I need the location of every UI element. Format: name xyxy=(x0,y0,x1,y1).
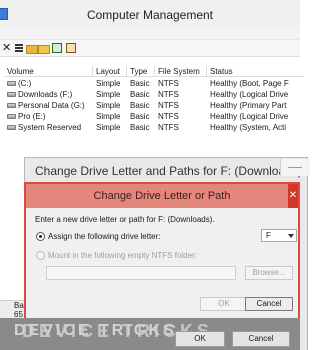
table-row[interactable]: System Reserved Simple Basic NTFS Health… xyxy=(4,122,300,133)
close-icon[interactable]: ✕ xyxy=(288,184,298,208)
file-system-cell: NTFS xyxy=(158,123,179,132)
selected-letter: F xyxy=(266,231,271,240)
column-header-file-system[interactable]: File System xyxy=(155,66,207,77)
volume-list-header: Volume Layout Type File System Status xyxy=(4,66,304,77)
status-cell: Healthy (Logical Drive xyxy=(210,112,289,121)
column-header-status[interactable]: Status xyxy=(207,66,304,77)
drive-icon xyxy=(7,114,16,119)
drive-letter-select[interactable]: F xyxy=(261,229,297,242)
volume-cell: (C:) xyxy=(4,78,93,89)
view-icon[interactable] xyxy=(66,43,76,53)
layout-cell: Simple xyxy=(96,79,121,88)
dialog-title: Change Drive Letter or Path xyxy=(93,190,231,202)
status-cell: Healthy (System, Acti xyxy=(210,123,287,132)
status-cell: Healthy (Logical Drive xyxy=(210,90,289,99)
window-title: Computer Management xyxy=(86,8,214,22)
cancel-button[interactable]: Cancel xyxy=(245,297,293,311)
close-icon[interactable]: ✕ xyxy=(2,43,12,54)
assign-letter-radio[interactable] xyxy=(36,232,45,241)
volume-list: (C:) Simple Basic NTFS Healthy (Boot, Pa… xyxy=(4,78,300,142)
ok-button[interactable]: OK xyxy=(200,297,248,311)
column-header-volume[interactable]: Volume xyxy=(4,66,93,77)
file-system-cell: NTFS xyxy=(158,101,179,110)
volume-name: Pro (E:) xyxy=(18,112,46,121)
drive-icon xyxy=(7,92,16,97)
dialog-title-bar: Change Drive Letter or Path ✕ xyxy=(26,184,298,208)
assign-letter-label[interactable]: Assign the following drive letter: xyxy=(48,232,161,241)
layout-cell: Simple xyxy=(96,101,121,110)
volume-cell: Personal Data (G:) xyxy=(4,100,93,111)
volume-cell: System Reserved xyxy=(4,122,93,133)
computer-management-icon xyxy=(0,8,8,20)
folder-path-input[interactable] xyxy=(46,266,236,280)
status-cell: Healthy (Boot, Page F xyxy=(210,79,289,88)
layout-cell: Simple xyxy=(96,123,121,132)
background-cancel-button[interactable]: Cancel xyxy=(232,331,290,347)
mount-folder-label[interactable]: Mount in the following empty NTFS folder… xyxy=(48,251,197,260)
type-cell: Basic xyxy=(130,79,150,88)
column-header-type[interactable]: Type xyxy=(127,66,155,77)
dialog-instruction: Enter a new drive letter or path for F: … xyxy=(35,215,215,224)
file-system-cell: NTFS xyxy=(158,79,179,88)
type-cell: Basic xyxy=(130,123,150,132)
volume-name: System Reserved xyxy=(18,123,82,132)
mount-folder-radio[interactable] xyxy=(36,251,45,260)
menu-bar xyxy=(0,30,300,40)
type-cell: Basic xyxy=(130,90,150,99)
volume-cell: Pro (E:) xyxy=(4,111,93,122)
table-row[interactable]: Personal Data (G:) Simple Basic NTFS Hea… xyxy=(4,100,300,111)
chevron-down-icon xyxy=(288,234,294,238)
help-icon[interactable] xyxy=(52,43,62,53)
background-dialog-title: Change Drive Letter and Paths for F: (Do… xyxy=(35,164,302,178)
volume-cell: Downloads (F:) xyxy=(4,89,93,100)
type-cell: Basic xyxy=(130,101,150,110)
status-cell: Healthy (Primary Part xyxy=(210,101,287,110)
volume-name: Downloads (F:) xyxy=(18,90,73,99)
open-icon[interactable] xyxy=(38,43,50,54)
volume-name: (C:) xyxy=(18,79,32,88)
toolbar: ✕ xyxy=(0,40,300,57)
volume-name: Personal Data (G:) xyxy=(18,101,85,110)
file-system-cell: NTFS xyxy=(158,90,179,99)
folder-icon[interactable] xyxy=(26,43,38,54)
window-title-bar: Computer Management xyxy=(0,0,300,30)
properties-icon[interactable] xyxy=(14,43,24,53)
layout-cell: Simple xyxy=(96,112,121,121)
layout-cell: Simple xyxy=(96,90,121,99)
drive-icon xyxy=(7,103,16,108)
table-row[interactable]: (C:) Simple Basic NTFS Healthy (Boot, Pa… xyxy=(4,78,300,89)
table-row[interactable]: Downloads (F:) Simple Basic NTFS Healthy… xyxy=(4,89,300,100)
column-header-layout[interactable]: Layout xyxy=(93,66,127,77)
drive-icon xyxy=(7,81,16,86)
file-system-cell: NTFS xyxy=(158,112,179,121)
browse-button[interactable]: Browse... xyxy=(245,266,293,280)
change-drive-letter-dialog: Change Drive Letter or Path ✕ Enter a ne… xyxy=(24,182,300,325)
type-cell: Basic xyxy=(130,112,150,121)
table-row[interactable]: Pro (E:) Simple Basic NTFS Healthy (Logi… xyxy=(4,111,300,122)
background-ok-button[interactable]: OK xyxy=(175,331,225,347)
minimize-icon[interactable] xyxy=(280,159,310,176)
drive-icon xyxy=(7,125,16,130)
